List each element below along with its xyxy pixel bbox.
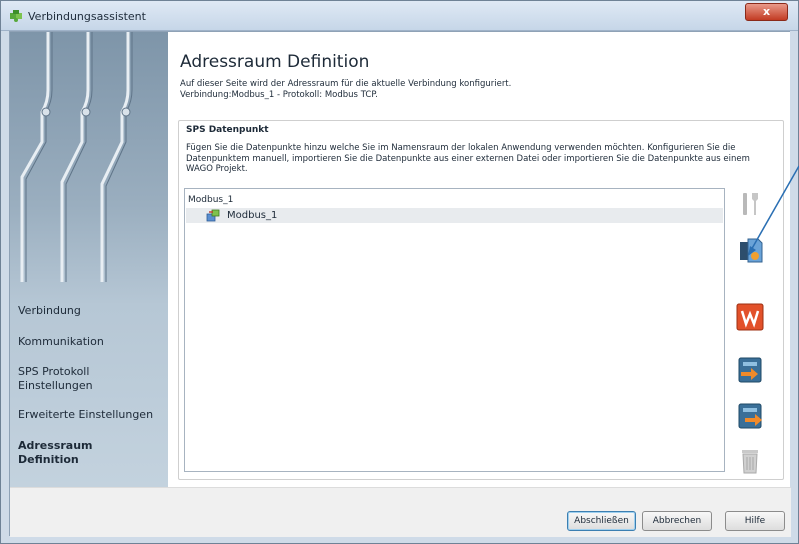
finish-button[interactable]: Abschließen (567, 511, 636, 531)
sidebar-item-adressraum-definition[interactable]: Adressraum Definition (18, 439, 108, 467)
window-title: Verbindungsassistent (28, 10, 146, 23)
close-icon: x (762, 5, 771, 18)
tree-root-label[interactable]: Modbus_1 (188, 195, 233, 205)
configure-tools-icon (743, 193, 758, 215)
datapoint-tree[interactable]: Modbus_1 Modbus_1 (184, 188, 725, 472)
datapoint-group: SPS Datenpunkt Fügen Sie die Datenpunkte… (178, 120, 784, 480)
network-node-icon (206, 209, 220, 222)
add-datapoint-button[interactable] (735, 236, 765, 266)
export-file-button[interactable] (735, 401, 765, 431)
configure-button[interactable] (735, 189, 765, 219)
tree-node-label: Modbus_1 (227, 210, 278, 221)
import-file-button[interactable] (735, 355, 765, 385)
delete-button[interactable] (735, 446, 765, 476)
export-file-icon (738, 403, 762, 429)
sidebar-item-sps-protokoll[interactable]: SPS Protokoll Einstellungen (18, 365, 118, 393)
help-button[interactable]: Hilfe (725, 511, 785, 531)
cancel-button[interactable]: Abbrechen (642, 511, 712, 531)
tree-row[interactable]: Modbus_1 (186, 208, 723, 223)
page-description-line: Auf dieser Seite wird der Adressraum für… (180, 79, 512, 89)
wago-import-button[interactable] (735, 302, 765, 332)
puzzle-app-icon (10, 10, 22, 22)
wago-project-icon (736, 303, 764, 331)
wizard-client: Verbindung Kommunikation SPS Protokoll E… (9, 31, 791, 537)
close-button[interactable]: x (745, 3, 788, 21)
group-title: SPS Datenpunkt (186, 125, 269, 135)
sidebar-item-erweiterte-einstellungen[interactable]: Erweiterte Einstellungen (18, 408, 153, 422)
sidebar-item-kommunikation[interactable]: Kommunikation (18, 335, 104, 349)
page-title: Adressraum Definition (180, 52, 370, 72)
main-panel: Adressraum Definition Auf dieser Seite w… (168, 32, 790, 487)
wizard-window: Verbindungsassistent x Verbindung Kommun… (0, 0, 799, 544)
circuit-decoration (20, 32, 133, 282)
connection-info: Verbindung:Modbus_1 - Protokoll: Modbus … (180, 90, 378, 100)
title-bar[interactable]: Verbindungsassistent x (1, 1, 798, 31)
wizard-sidebar: Verbindung Kommunikation SPS Protokoll E… (10, 32, 168, 487)
import-file-icon (738, 357, 762, 383)
group-description: Fügen Sie die Datenpunkte hinzu welche S… (186, 143, 750, 174)
add-datapoint-icon (740, 238, 763, 263)
sidebar-item-verbindung[interactable]: Verbindung (18, 304, 81, 318)
delete-trash-icon (742, 450, 758, 474)
footer-bar: Abschließen Abbrechen Hilfe (10, 487, 791, 537)
page-description: Auf dieser Seite wird der Adressraum für… (180, 79, 511, 101)
